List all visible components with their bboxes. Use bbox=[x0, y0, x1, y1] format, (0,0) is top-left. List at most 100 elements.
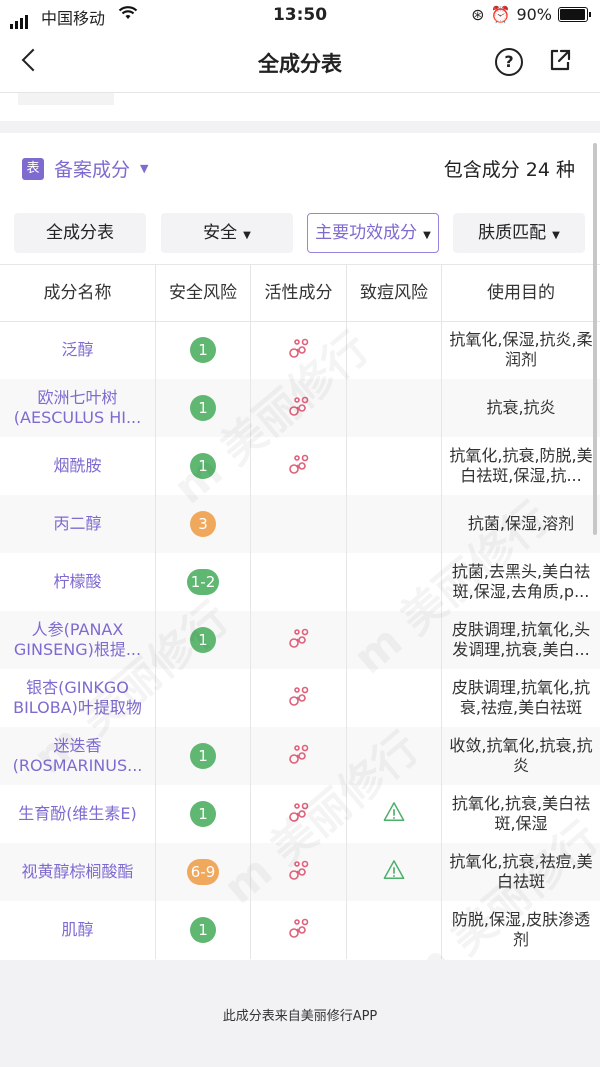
ingredient-name[interactable]: 人参(PANAX GINSENG)根提... bbox=[0, 611, 156, 669]
active-cell bbox=[251, 321, 347, 379]
filter-skin-match[interactable]: 肤质匹配 ▼ bbox=[453, 213, 585, 253]
acne-cell bbox=[347, 843, 442, 901]
acne-cell bbox=[347, 727, 442, 785]
header-active: 活性成分 bbox=[251, 265, 347, 321]
safety-badge: 1 bbox=[190, 627, 216, 653]
safety-cell: 3 bbox=[156, 495, 251, 553]
active-ingredient-icon bbox=[287, 916, 311, 944]
purpose-text: 抗氧化,抗衰,防脱,美白祛斑,保湿,抗... bbox=[449, 446, 593, 485]
acne-warning-icon bbox=[383, 801, 405, 827]
safety-badge: 1-2 bbox=[186, 569, 220, 595]
ingredient-name[interactable]: 柠檬酸 bbox=[0, 553, 156, 611]
safety-badge: 3 bbox=[190, 511, 216, 537]
safety-badge: 1 bbox=[190, 743, 216, 769]
ingredient-name[interactable]: 银杏(GINKGO BILOBA)叶提取物 bbox=[0, 669, 156, 727]
ingredient-count: 包含成分 24 种 bbox=[443, 159, 575, 181]
safety-badge: 6-9 bbox=[186, 859, 220, 885]
header-purpose: 使用目的 bbox=[487, 283, 555, 303]
active-cell bbox=[251, 611, 347, 669]
safety-badge: 1 bbox=[190, 453, 216, 479]
ingredient-name[interactable]: 欧洲七叶树(AESCULUS HI... bbox=[0, 379, 156, 437]
purpose-text: 防脱,保湿,皮肤渗透剂 bbox=[451, 910, 591, 949]
acne-cell bbox=[347, 437, 442, 495]
ingredient-name[interactable]: 视黄醇棕榈酸酯 bbox=[0, 843, 156, 901]
help-icon[interactable]: ? bbox=[495, 48, 523, 76]
header-safety: 安全风险 bbox=[156, 265, 251, 321]
share-icon[interactable] bbox=[548, 48, 572, 72]
table-row[interactable]: 泛醇 1 抗氧化,保湿,抗炎,柔润剂 bbox=[0, 321, 600, 379]
active-cell bbox=[251, 901, 347, 959]
status-right: ⊛ ⏰ 90% bbox=[471, 5, 591, 24]
acne-warning-icon bbox=[383, 859, 405, 885]
safety-cell: 1 bbox=[156, 727, 251, 785]
ingredient-name[interactable]: 迷迭香(ROSMARINUS... bbox=[0, 727, 156, 785]
purpose-text: 皮肤调理,抗氧化,抗衰,祛痘,美白祛斑 bbox=[451, 678, 591, 717]
acne-cell bbox=[347, 495, 442, 553]
active-cell bbox=[251, 437, 347, 495]
safety-cell: 1 bbox=[156, 437, 251, 495]
acne-cell bbox=[347, 321, 442, 379]
purpose-text: 抗氧化,抗衰,祛痘,美白祛斑 bbox=[449, 852, 593, 891]
active-ingredient-icon bbox=[287, 858, 311, 886]
safety-badge: 1 bbox=[190, 801, 216, 827]
active-ingredient-icon bbox=[287, 800, 311, 828]
acne-cell bbox=[347, 785, 442, 843]
ingredient-name[interactable]: 丙二醇 bbox=[0, 495, 156, 553]
safety-cell: 1 bbox=[156, 901, 251, 959]
safety-cell bbox=[156, 669, 251, 727]
filter-all[interactable]: 全成分表 bbox=[14, 213, 146, 253]
acne-cell bbox=[347, 379, 442, 437]
purpose-text: 抗氧化,保湿,抗炎,柔润剂 bbox=[449, 330, 593, 369]
active-cell bbox=[251, 727, 347, 785]
safety-cell: 1-2 bbox=[156, 553, 251, 611]
table-row[interactable]: 柠檬酸 1-2 抗菌,去黑头,美白祛斑,保湿,去角质,p... bbox=[0, 553, 600, 611]
ingredient-name[interactable]: 生育酚(维生素E) bbox=[0, 785, 156, 843]
safety-badge: 1 bbox=[190, 337, 216, 363]
table-row[interactable]: 欧洲七叶树(AESCULUS HI... 1 抗衰,抗炎 bbox=[0, 379, 600, 437]
active-cell bbox=[251, 379, 347, 437]
ingredient-name[interactable]: 烟酰胺 bbox=[0, 437, 156, 495]
filter-label: 安全 bbox=[203, 223, 238, 243]
purpose-text: 抗菌,保湿,溶剂 bbox=[467, 514, 575, 533]
filter-safety[interactable]: 安全 ▼ bbox=[161, 213, 293, 253]
active-cell bbox=[251, 843, 347, 901]
purpose-text: 皮肤调理,抗氧化,头发调理,抗衰,美白... bbox=[451, 620, 591, 659]
caret-down-icon: ▼ bbox=[552, 230, 560, 241]
header-name: 成分名称 bbox=[0, 265, 156, 321]
battery-percent: 90% bbox=[516, 5, 552, 24]
table-tag-icon: 表 bbox=[22, 157, 44, 180]
table-row[interactable]: 烟酰胺 1 抗氧化,抗衰,防脱,美白祛斑,保湿,抗... bbox=[0, 437, 600, 495]
alarm-icon: ⏰ bbox=[490, 5, 511, 24]
filter-label: 全成分表 bbox=[46, 223, 114, 243]
table-row[interactable]: 生育酚(维生素E) 1 抗氧化,抗衰,美白祛斑,保湿 bbox=[0, 785, 600, 843]
active-ingredient-icon bbox=[287, 742, 311, 770]
active-ingredient-icon bbox=[287, 394, 311, 422]
active-ingredient-icon bbox=[287, 452, 311, 480]
table-row[interactable]: 人参(PANAX GINSENG)根提... 1 皮肤调理,抗氧化,头发调理,抗衰,… bbox=[0, 611, 600, 669]
table-row[interactable]: 丙二醇 3 抗菌,保湿,溶剂 bbox=[0, 495, 600, 553]
purpose-text: 收敛,抗氧化,抗衰,抗炎 bbox=[449, 736, 593, 775]
acne-cell bbox=[347, 669, 442, 727]
table-row[interactable]: 迷迭香(ROSMARINUS... 1 收敛,抗氧化,抗衰,抗炎 bbox=[0, 727, 600, 785]
table-row[interactable]: 视黄醇棕榈酸酯 6-9 抗氧化,抗衰,祛痘,美白祛斑 bbox=[0, 843, 600, 901]
ingredient-name[interactable]: 肌醇 bbox=[0, 901, 156, 959]
section-selector[interactable]: 表 备案成分 ▼ bbox=[22, 155, 148, 182]
header-acne: 致痘风险 bbox=[347, 265, 442, 321]
purpose-text: 抗氧化,抗衰,美白祛斑,保湿 bbox=[451, 794, 591, 833]
filter-main-effect[interactable]: 主要功效成分 ▼ bbox=[307, 213, 439, 253]
table-row[interactable]: 银杏(GINKGO BILOBA)叶提取物 皮肤调理,抗氧化,抗衰,祛痘,美白祛斑 bbox=[0, 669, 600, 727]
safety-badge: 1 bbox=[190, 395, 216, 421]
active-ingredient-icon bbox=[287, 626, 311, 654]
scrollbar[interactable] bbox=[593, 143, 597, 535]
status-bar: 中国移动 13:50 ⊛ ⏰ 90% bbox=[0, 0, 600, 32]
table-row[interactable]: 肌醇 1 防脱,保湿,皮肤渗透剂 bbox=[0, 901, 600, 959]
acne-cell bbox=[347, 553, 442, 611]
purpose-text: 抗菌,去黑头,美白祛斑,保湿,去角质,p... bbox=[451, 562, 591, 601]
rotation-lock-icon: ⊛ bbox=[471, 5, 485, 24]
safety-cell: 1 bbox=[156, 611, 251, 669]
ingredient-name[interactable]: 泛醇 bbox=[0, 321, 156, 379]
section-label: 备案成分 bbox=[54, 159, 131, 181]
table-header: 成分名称 安全风险 活性成分 致痘风险 使用目的 bbox=[0, 264, 600, 322]
top-strip bbox=[0, 93, 600, 121]
safety-cell: 1 bbox=[156, 379, 251, 437]
